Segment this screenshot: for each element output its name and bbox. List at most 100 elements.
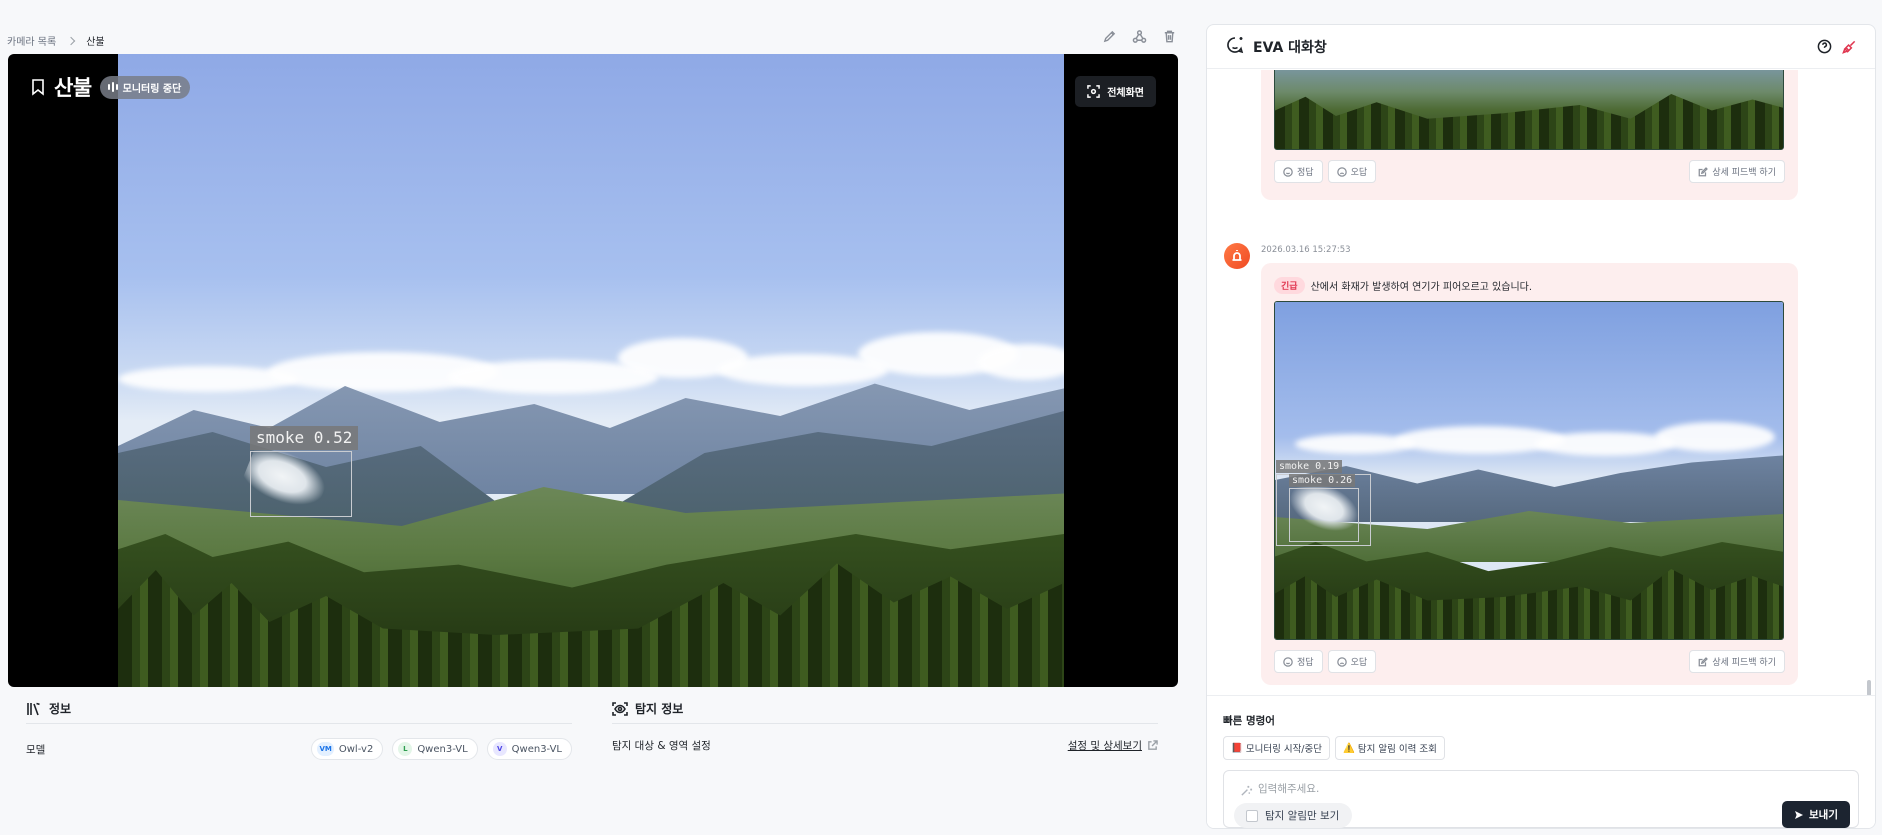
frown-icon bbox=[1336, 166, 1347, 177]
quick-commands-title: 빠른 명령어 bbox=[1223, 715, 1275, 727]
chat-input-box: 탐지 알림만 보기 보내기 bbox=[1223, 770, 1859, 828]
detection-label: smoke 0.26 bbox=[1289, 474, 1356, 487]
message-snapshot[interactable] bbox=[1274, 70, 1784, 150]
monitoring-status-badge[interactable]: 모니터링 중단 bbox=[99, 75, 191, 99]
chat-scrollbar[interactable] bbox=[1867, 680, 1871, 695]
breadcrumb-current: 산불 bbox=[86, 37, 105, 48]
wrong-label: 오답 bbox=[1350, 168, 1368, 178]
feedback-row: 정답 오답 상세 피드백 하기 bbox=[1274, 160, 1785, 183]
detect-target-label: 탐지 대상 & 영역 설정 bbox=[612, 740, 711, 752]
detail-feedback-label: 상세 피드백 하기 bbox=[1712, 168, 1776, 178]
correct-label: 정답 bbox=[1297, 658, 1314, 668]
send-label: 보내기 bbox=[1809, 809, 1838, 821]
detail-feedback-label: 상세 피드백 하기 bbox=[1712, 658, 1776, 668]
wrong-label: 오답 bbox=[1350, 658, 1368, 668]
model-chip[interactable]: VM Owl-v2 bbox=[311, 738, 384, 760]
external-link-icon bbox=[1148, 740, 1158, 750]
chat-message: 긴급 산에서 화재가 발생하여 연기가 피어오르고 있습니다. smoke 0.… bbox=[1261, 263, 1798, 685]
fullscreen-button[interactable]: 전체화면 bbox=[1075, 76, 1156, 107]
chat-input[interactable] bbox=[1258, 779, 1818, 799]
send-button[interactable]: 보내기 bbox=[1782, 801, 1850, 828]
magic-wand-icon bbox=[1240, 782, 1253, 801]
chat-header: EVA 대화창 bbox=[1207, 25, 1875, 69]
model-name: Owl-v2 bbox=[338, 743, 374, 755]
correct-button[interactable]: 정답 bbox=[1274, 650, 1323, 673]
detection-box bbox=[1289, 488, 1359, 542]
quick-commands: 빠른 명령어 📕 모니터링 시작/중단 ⚠️ 탐지 알림 이력 조회 탐지 알림… bbox=[1207, 695, 1875, 828]
model-badge: L bbox=[398, 742, 413, 756]
edit-note-icon bbox=[1698, 656, 1709, 666]
correct-label: 정답 bbox=[1297, 168, 1314, 178]
model-name: Qwen3-VL bbox=[417, 743, 468, 755]
quick-command-label: 탐지 알림 이력 조회 bbox=[1357, 744, 1437, 755]
quick-command-monitoring[interactable]: 📕 모니터링 시작/중단 bbox=[1223, 736, 1330, 760]
model-row: 모델 VM Owl-v2 L Qwen3-VL V Qwen3-VL bbox=[26, 738, 572, 760]
info-section: 정보 모델 VM Owl-v2 L Qwen3-VL V Qwen3-VL bbox=[26, 700, 572, 760]
chat-panel: EVA 대화창 정답 오답 상세 피드백 하기 2026.03.16 15:27… bbox=[1206, 24, 1876, 829]
chat-header-actions bbox=[1817, 39, 1857, 54]
model-chip[interactable]: V Qwen3-VL bbox=[486, 738, 572, 760]
chat-messages[interactable]: 정답 오답 상세 피드백 하기 2026.03.16 15:27:53 긴급 산… bbox=[1207, 70, 1875, 695]
settings-detail-label: 설정 및 상세보기 bbox=[1067, 740, 1142, 752]
help-icon[interactable] bbox=[1817, 39, 1832, 54]
book-icon: 📕 bbox=[1231, 742, 1243, 754]
detection-only-toggle[interactable]: 탐지 알림만 보기 bbox=[1234, 803, 1353, 828]
detection-label: smoke 0.19 bbox=[1276, 460, 1343, 473]
smile-icon bbox=[1283, 656, 1293, 667]
share-button[interactable] bbox=[1130, 27, 1148, 45]
warning-icon: ⚠️ bbox=[1342, 742, 1355, 754]
correct-button[interactable]: 정답 bbox=[1274, 160, 1323, 183]
detection-label: smoke 0.52 bbox=[250, 426, 359, 450]
monitoring-status-label: 모니터링 중단 bbox=[122, 83, 182, 95]
send-icon bbox=[1795, 810, 1804, 819]
chat-title: EVA 대화창 bbox=[1253, 39, 1327, 56]
edit-button[interactable] bbox=[1100, 27, 1118, 45]
quick-command-label: 모니터링 시작/중단 bbox=[1245, 744, 1322, 755]
settings-detail-link[interactable]: 설정 및 상세보기 bbox=[1068, 738, 1158, 753]
urgent-badge: 긴급 bbox=[1274, 277, 1305, 294]
books-icon bbox=[27, 702, 40, 715]
model-chips: VM Owl-v2 L Qwen3-VL V Qwen3-VL bbox=[311, 738, 572, 760]
detect-info-header: 탐지 정보 bbox=[612, 700, 1158, 724]
video-player[interactable]: smoke 0.52 산불 모니터링 중단 전체화면 bbox=[8, 54, 1178, 687]
model-chip[interactable]: L Qwen3-VL bbox=[392, 738, 478, 760]
fullscreen-label: 전체화면 bbox=[1107, 88, 1144, 99]
detection-only-label: 탐지 알림만 보기 bbox=[1265, 810, 1340, 822]
equalizer-icon bbox=[107, 82, 118, 92]
detail-feedback-button[interactable]: 상세 피드백 하기 bbox=[1689, 160, 1785, 183]
camera-title-row: 산불 모니터링 중단 bbox=[30, 72, 191, 102]
wrong-button[interactable]: 오답 bbox=[1327, 160, 1377, 183]
breadcrumb-parent[interactable]: 카메라 목록 bbox=[7, 33, 56, 48]
detail-feedback-button[interactable]: 상세 피드백 하기 bbox=[1689, 650, 1785, 673]
pencil-icon bbox=[1103, 30, 1115, 42]
message-text: 산에서 화재가 발생하여 연기가 피어오르고 있습니다. bbox=[1310, 282, 1533, 293]
chat-logo bbox=[1225, 35, 1245, 59]
delete-button[interactable] bbox=[1160, 27, 1178, 45]
detect-target-row: 탐지 대상 & 영역 설정 설정 및 상세보기 bbox=[612, 738, 1158, 753]
eye-scan-icon bbox=[612, 701, 628, 716]
message-timestamp: 2026.03.16 15:27:53 bbox=[1261, 245, 1351, 255]
top-bar: 카메라 목록 산불 bbox=[0, 24, 1178, 52]
chat-sparkle-icon bbox=[1227, 36, 1244, 53]
clear-chat-icon[interactable] bbox=[1842, 39, 1857, 54]
quick-command-history[interactable]: ⚠️ 탐지 알림 이력 조회 bbox=[1334, 736, 1445, 760]
model-badge: VM bbox=[317, 742, 334, 756]
quick-command-buttons: 📕 모니터링 시작/중단 ⚠️ 탐지 알림 이력 조회 bbox=[1223, 736, 1445, 760]
model-name: Qwen3-VL bbox=[511, 743, 562, 755]
info-header: 정보 bbox=[26, 700, 572, 724]
fullscreen-icon bbox=[1087, 85, 1101, 98]
message-body: 긴급 산에서 화재가 발생하여 연기가 피어오르고 있습니다. bbox=[1274, 277, 1532, 294]
bookmark-icon[interactable] bbox=[30, 78, 46, 96]
camera-title: 산불 bbox=[54, 76, 92, 100]
detection-only-checkbox[interactable] bbox=[1246, 809, 1258, 822]
frown-icon bbox=[1336, 656, 1347, 667]
detect-info-title: 탐지 정보 bbox=[635, 702, 684, 716]
message-snapshot[interactable]: smoke 0.19 smoke 0.26 bbox=[1274, 301, 1784, 640]
camera-actions bbox=[1100, 27, 1178, 45]
share-icon bbox=[1132, 29, 1146, 43]
detection-box bbox=[250, 451, 352, 517]
info-title: 정보 bbox=[49, 702, 72, 716]
alert-bot-icon bbox=[1232, 250, 1242, 261]
chat-message-previous: 정답 오답 상세 피드백 하기 bbox=[1261, 70, 1798, 200]
wrong-button[interactable]: 오답 bbox=[1327, 650, 1377, 673]
